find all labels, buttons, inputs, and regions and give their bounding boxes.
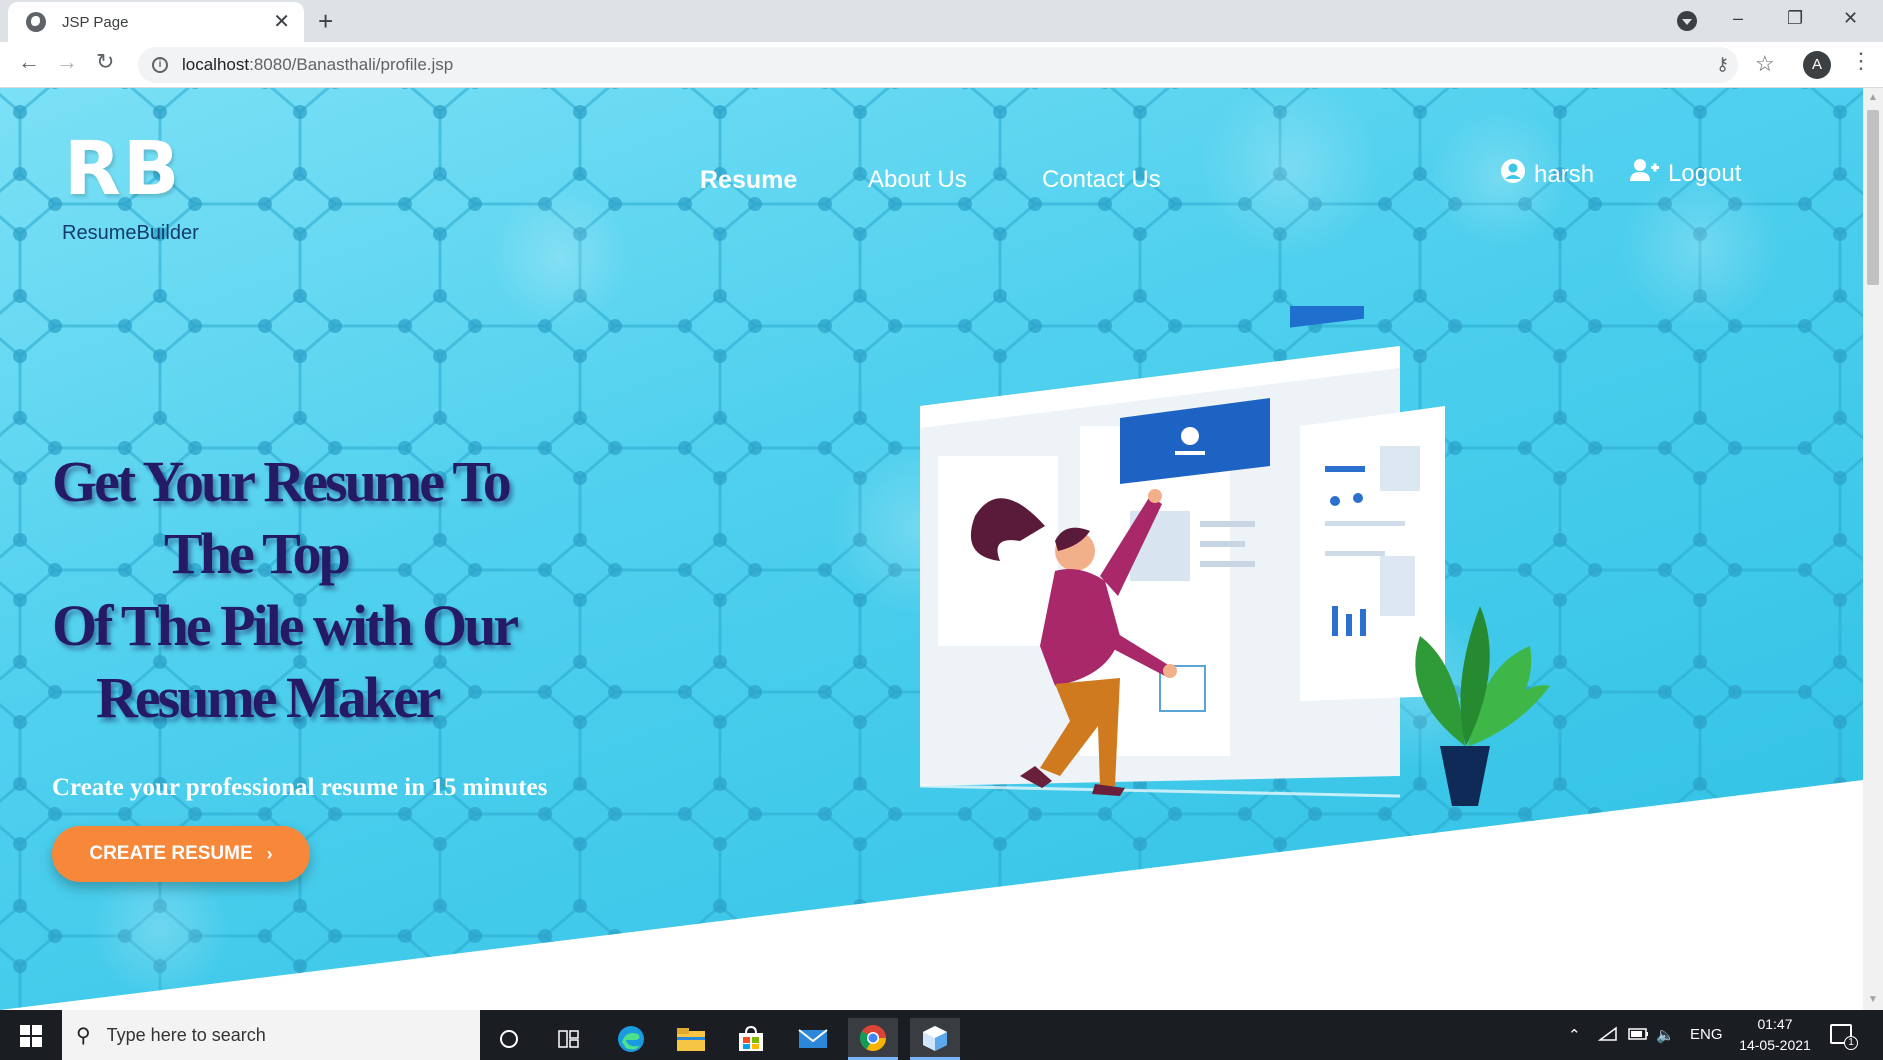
task-view-icon[interactable] (544, 1018, 594, 1060)
nav-resume[interactable]: Resume (700, 166, 797, 195)
kebab-menu-icon[interactable]: ⋮ (1850, 50, 1872, 72)
create-resume-label: CREATE RESUME (89, 843, 253, 864)
brand-name: ResumeBuilder (62, 222, 199, 244)
headline-line-2: The Top (164, 521, 351, 586)
cortana-icon[interactable] (484, 1018, 534, 1060)
hero-subline: Create your professional resume in 15 mi… (52, 774, 548, 801)
logo[interactable]: RB (64, 132, 181, 206)
taskbar-clock[interactable]: 01:47 14-05-2021 (1730, 1014, 1820, 1056)
back-icon[interactable]: ← (18, 51, 40, 73)
notification-count: 1 (1844, 1036, 1858, 1050)
resume-builder-illustration (919, 306, 1550, 806)
url-path: :8080/Banasthali/profile.jsp (249, 55, 454, 74)
minimize-button[interactable]: – (1733, 8, 1743, 29)
scroll-thumb[interactable] (1867, 110, 1879, 285)
page-scrollbar[interactable]: ▲ ▼ (1863, 88, 1883, 1010)
mail-icon[interactable] (788, 1018, 838, 1060)
url-host: localhost (182, 55, 250, 74)
file-explorer-icon[interactable] (666, 1018, 716, 1060)
wifi-icon[interactable] (1597, 1026, 1618, 1046)
user-name: harsh (1534, 160, 1595, 188)
clock-date: 14-05-2021 (1739, 1037, 1811, 1053)
store-icon[interactable] (726, 1018, 776, 1060)
reload-icon[interactable]: ↻ (96, 51, 114, 73)
headline-line-1: Get Your Resume To (52, 449, 512, 514)
restore-button[interactable]: ❐ (1787, 8, 1803, 29)
close-window-button[interactable]: ✕ (1843, 8, 1858, 29)
language-indicator[interactable]: ENG (1690, 1026, 1723, 1043)
tab-title: JSP Page (62, 13, 129, 31)
speaker-icon[interactable]: 🔈 (1656, 1026, 1675, 1044)
scroll-up-icon[interactable]: ▲ (1868, 92, 1878, 103)
user-profile-link[interactable]: harsh (1500, 158, 1594, 191)
tab-search-icon[interactable] (1677, 11, 1697, 31)
new-tab-button[interactable]: + (318, 8, 333, 34)
screen: JSP Page ✕ + – ❐ ✕ ← → ↻ i localhost:808… (0, 0, 1883, 1060)
notification-icon[interactable]: 1 (1830, 1024, 1858, 1050)
page-viewport: RB ResumeBuilder Resume About Us Contact… (0, 88, 1863, 1010)
edge-icon[interactable] (606, 1018, 656, 1060)
chevron-up-icon[interactable]: ⌃ (1568, 1026, 1581, 1044)
app-cube-icon[interactable] (910, 1018, 960, 1060)
user-circle-icon (1500, 158, 1526, 191)
forward-icon[interactable]: → (56, 51, 78, 73)
key-icon[interactable]: ⚷ (1716, 54, 1729, 75)
clock-time: 01:47 (1757, 1016, 1793, 1032)
battery-icon[interactable] (1628, 1026, 1650, 1046)
nav-contact-us[interactable]: Contact Us (1042, 166, 1161, 194)
chrome-icon[interactable] (848, 1018, 898, 1060)
taskbar-search[interactable]: ⚲ Type here to search (62, 1010, 480, 1060)
scroll-down-icon[interactable]: ▼ (1868, 994, 1878, 1005)
search-placeholder: Type here to search (106, 1024, 266, 1045)
browser-tab-bar: JSP Page ✕ + – ❐ ✕ (0, 0, 1883, 42)
logout-link[interactable]: Logout (1630, 158, 1741, 189)
headline-line-4: Resume Maker (96, 665, 442, 730)
info-icon[interactable]: i (152, 57, 168, 73)
create-resume-button[interactable]: CREATE RESUME › (52, 826, 310, 882)
star-icon[interactable]: ☆ (1755, 51, 1775, 77)
browser-toolbar: ← → ↻ i localhost:8080/Banasthali/profil… (0, 42, 1883, 88)
windows-taskbar: ⚲ Type here to search ⌃ 🔈 ENG 01:47 14-0… (0, 1010, 1883, 1060)
nav-about-us[interactable]: About Us (868, 166, 967, 194)
chevron-right-icon: › (266, 843, 273, 864)
hero-headline: Get Your Resume To The Top Of The Pile w… (52, 446, 572, 734)
search-icon: ⚲ (76, 1024, 91, 1047)
url-text: localhost:8080/Banasthali/profile.jsp (182, 55, 453, 75)
globe-icon (26, 12, 46, 32)
logout-label: Logout (1668, 159, 1742, 187)
profile-avatar[interactable]: A (1803, 51, 1831, 79)
address-bar[interactable]: i localhost:8080/Banasthali/profile.jsp (138, 47, 1738, 83)
headline-line-3: Of The Pile with Our (52, 593, 519, 658)
windows-start-icon[interactable] (20, 1025, 42, 1047)
browser-tab[interactable]: JSP Page ✕ (8, 2, 304, 42)
tab-close-icon[interactable]: ✕ (273, 12, 290, 32)
user-plus-icon (1630, 158, 1660, 189)
